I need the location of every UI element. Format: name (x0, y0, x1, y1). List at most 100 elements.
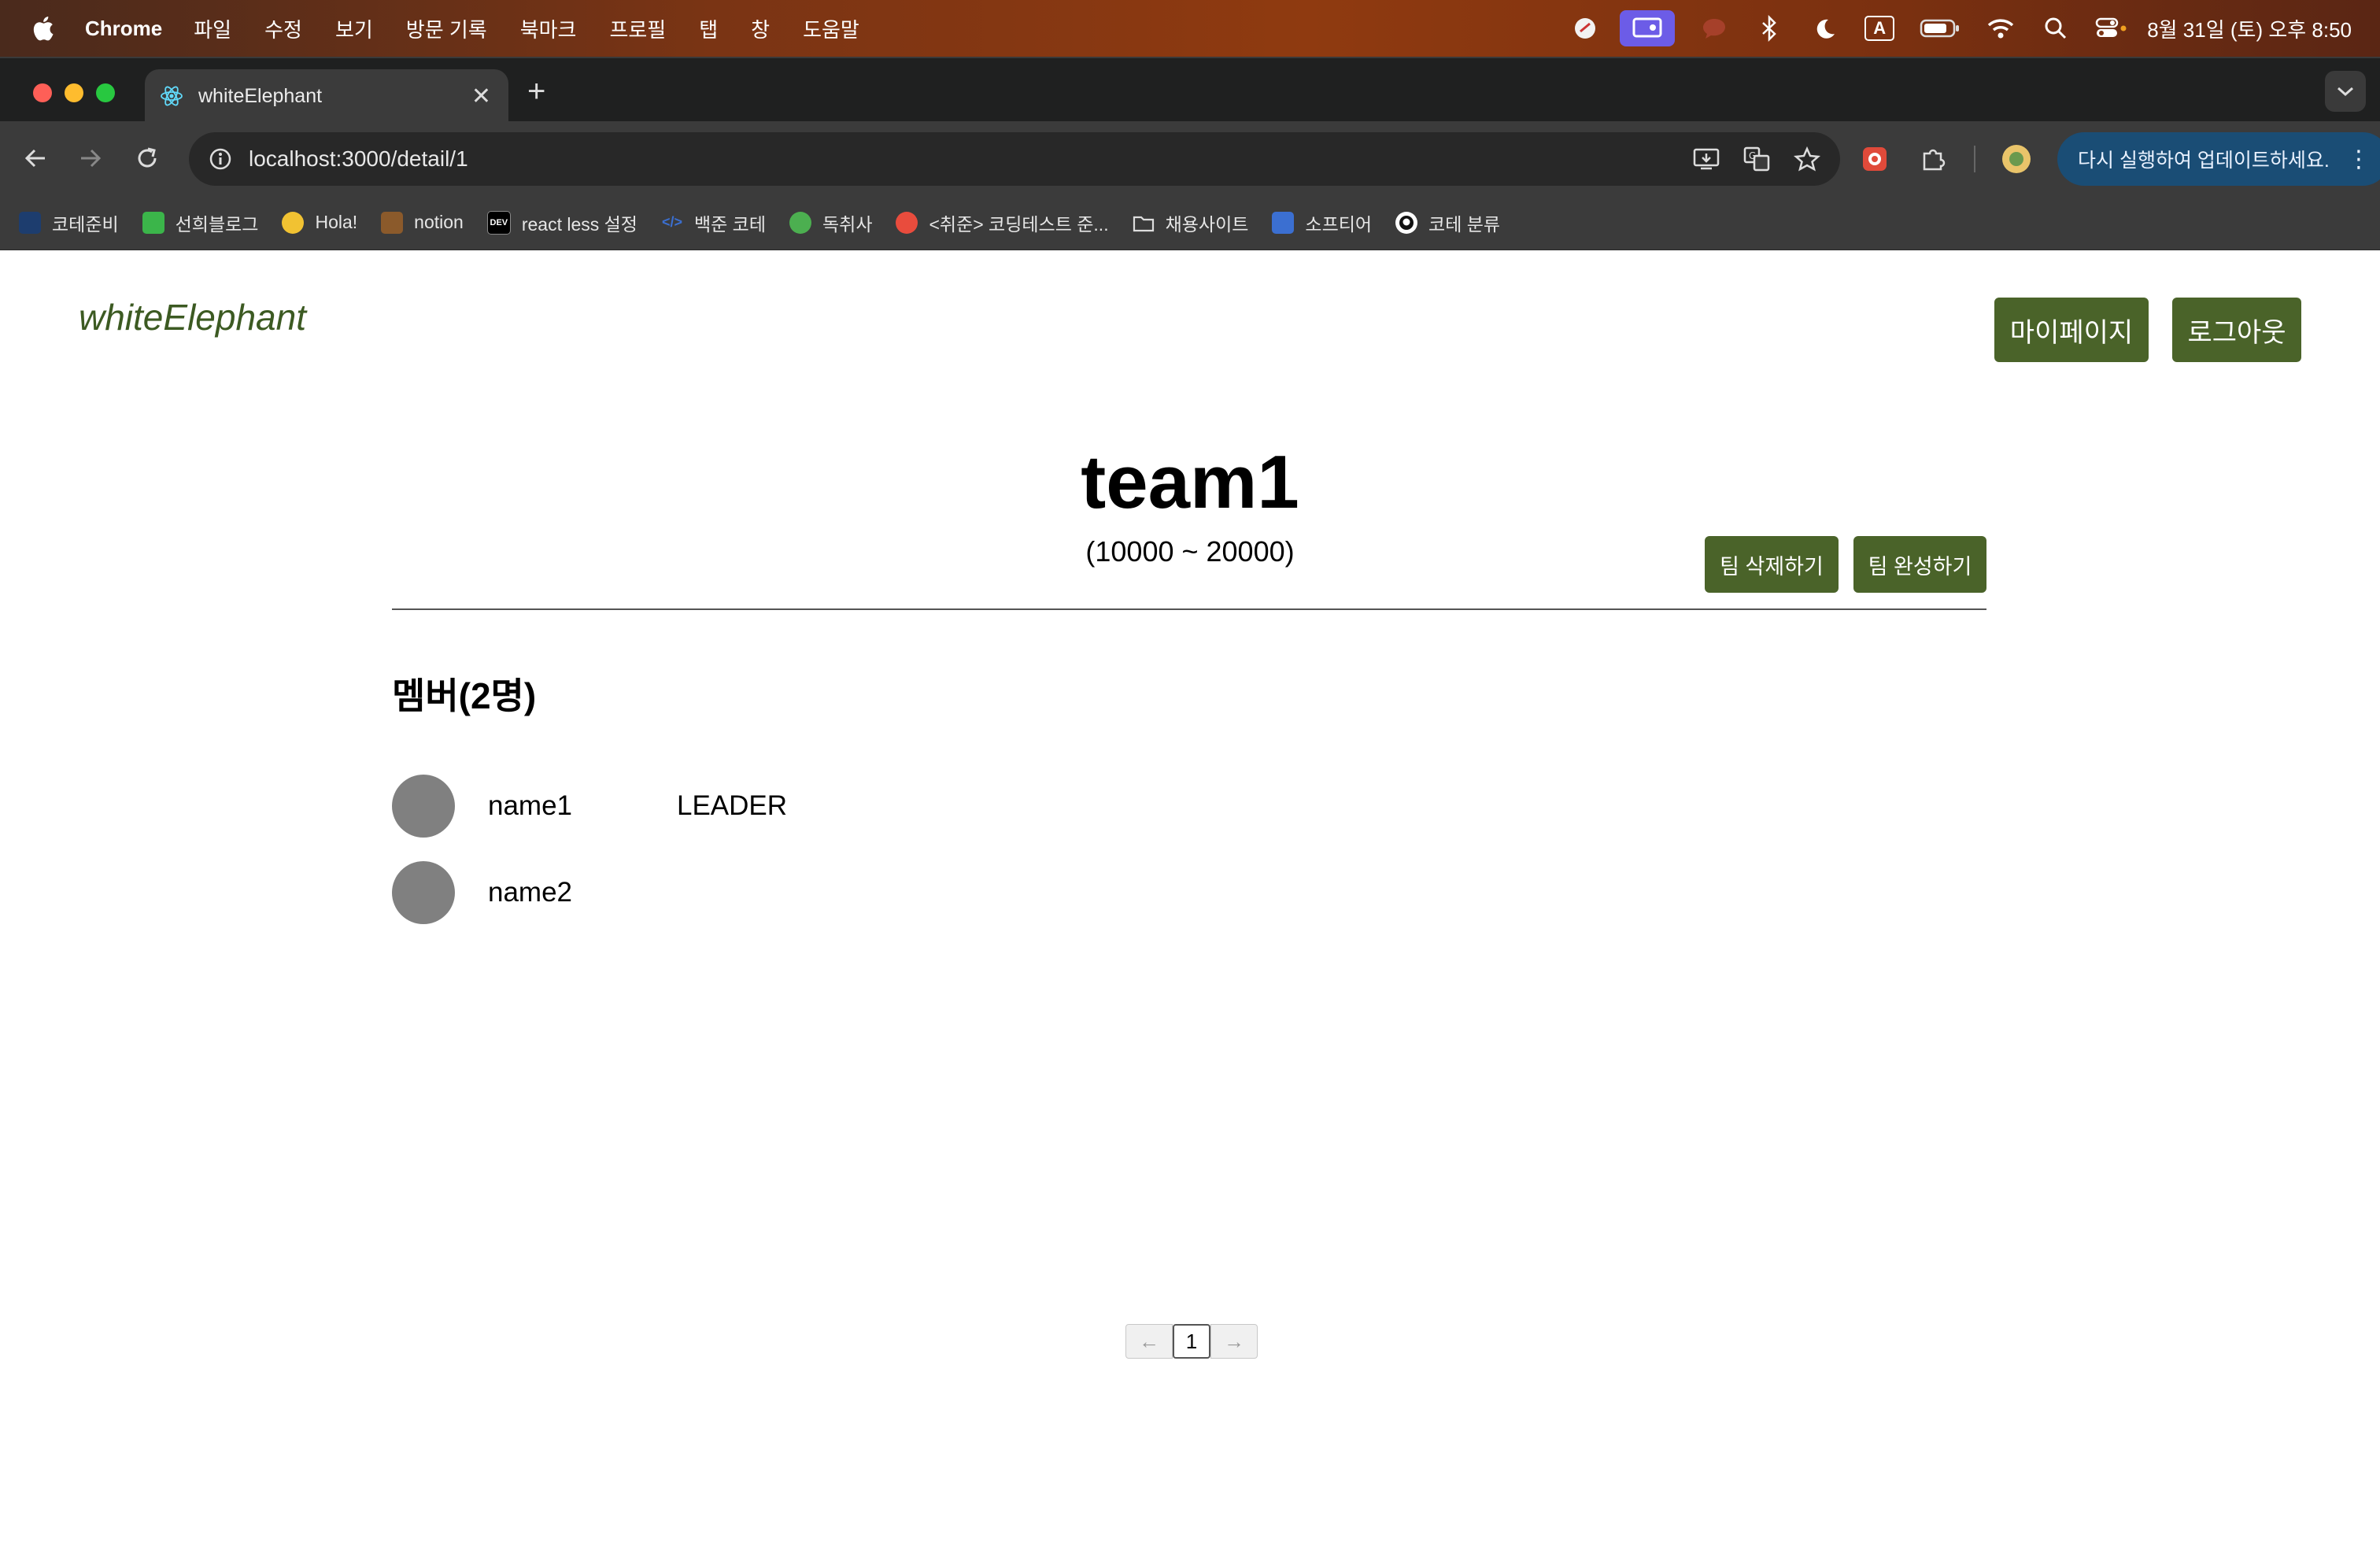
extensions-puzzle-icon[interactable] (1916, 142, 1950, 176)
record-icon[interactable] (1569, 13, 1601, 44)
update-chrome-button[interactable]: 다시 실행하여 업데이트하세요. ⋮ (2057, 132, 2380, 186)
moon-icon[interactable] (1809, 13, 1840, 44)
delete-team-button[interactable]: 팀 삭제하기 (1705, 536, 1839, 593)
leaf-icon (789, 211, 811, 234)
member-name: name2 (488, 877, 573, 908)
mypage-button[interactable]: 마이페이지 (1994, 298, 2149, 362)
member-row: name1 LEADER (392, 775, 787, 838)
complete-team-button[interactable]: 팀 완성하기 (1853, 536, 1986, 593)
site-info-icon[interactable] (205, 143, 236, 175)
browser-tab-strip: whiteElephant ✕ + (0, 57, 2380, 123)
menu-app-chrome[interactable]: Chrome (85, 17, 162, 41)
back-button[interactable] (16, 139, 55, 178)
mac-menubar: Chrome 파일 수정 보기 방문 기록 북마크 프로필 탭 창 도움말 A (0, 0, 2380, 57)
blog-icon (142, 211, 164, 234)
bookmark-star-icon[interactable] (1790, 142, 1824, 176)
browser-tab-active[interactable]: whiteElephant ✕ (145, 69, 508, 123)
menu-profile[interactable]: 프로필 (609, 14, 666, 43)
close-window-button[interactable] (33, 83, 52, 102)
menu-bookmarks[interactable]: 북마크 (520, 14, 577, 43)
logout-button[interactable]: 로그아웃 (2172, 298, 2301, 362)
screen-share-icon[interactable] (1620, 10, 1676, 46)
pagination: ← 1 → (1125, 1324, 1258, 1359)
bookmark-label: notion (414, 212, 464, 232)
github-icon (1395, 211, 1418, 234)
bookmark-label: <취준> 코딩테스트 준... (929, 213, 1109, 235)
input-source-indicator[interactable]: A (1864, 13, 1895, 44)
extension-red-icon[interactable] (1857, 142, 1892, 176)
profile-avatar[interactable] (1999, 142, 2034, 176)
bookmark-item[interactable]: <취준> 코딩테스트 준... (896, 209, 1109, 236)
bookmark-label: 코테준비 (52, 213, 119, 235)
brand-logo[interactable]: whiteElephant (79, 296, 306, 338)
menu-view[interactable]: 보기 (335, 14, 373, 43)
tab-search-button[interactable] (2325, 71, 2366, 112)
apple-icon[interactable] (30, 14, 55, 43)
arrow-left-icon (24, 149, 45, 168)
members-title: 멤버(2명) (392, 675, 537, 716)
menu-help[interactable]: 도움말 (803, 14, 859, 43)
url-text[interactable]: localhost:3000/detail/1 (249, 146, 1689, 172)
input-source-label: A (1864, 16, 1895, 41)
bookmark-item[interactable]: 코테준비 (19, 209, 119, 236)
team-price-range: (10000 ~ 20000) (1085, 535, 1295, 568)
bookmark-item[interactable]: 소프티어 (1272, 209, 1372, 236)
battery-icon[interactable] (1919, 13, 1961, 44)
menu-history[interactable]: 방문 기록 (406, 14, 487, 43)
bookmark-item[interactable]: </> 백준 코테 (661, 209, 766, 236)
avatar (392, 775, 455, 838)
forward-button[interactable] (71, 139, 110, 178)
bird-icon (19, 211, 41, 234)
bookmark-item[interactable]: notion (381, 211, 464, 234)
bookmark-item[interactable]: 코테 분류 (1395, 209, 1500, 236)
chat-bubble-icon[interactable] (1698, 13, 1730, 44)
bookmark-label: 선희블로그 (175, 213, 259, 235)
bluetooth-icon[interactable] (1754, 13, 1785, 44)
reload-button[interactable] (128, 139, 167, 178)
window-controls (33, 83, 115, 102)
bookmark-item[interactable]: Hola! (282, 211, 357, 234)
softeer-icon (1272, 211, 1295, 234)
team-name: team1 (1081, 440, 1299, 524)
bookmarks-bar: 코테준비 선희블로그 Hola! notion DEV react less 설정 </> 백… (0, 195, 2380, 250)
bookmark-label: 독취사 (822, 213, 873, 235)
svg-text:G: G (1749, 150, 1756, 161)
bookmark-label: react less 설정 (521, 213, 638, 235)
more-menu-icon[interactable]: ⋮ (2347, 146, 2371, 173)
page-number-current[interactable]: 1 (1173, 1324, 1210, 1359)
header-divider (392, 608, 1986, 610)
control-center-icon[interactable] (2095, 13, 2127, 44)
minimize-window-button[interactable] (65, 83, 83, 102)
translate-icon[interactable]: G (1739, 142, 1774, 176)
member-row: name2 (392, 861, 677, 924)
menu-window[interactable]: 창 (751, 14, 770, 43)
menubar-clock[interactable]: 8월 31일 (토) 오후 8:50 (2147, 14, 2352, 43)
browser-toolbar: localhost:3000/detail/1 G 다시 실행하여 업데이트하세… (0, 121, 2380, 195)
menu-tab[interactable]: 탭 (699, 14, 718, 43)
toolbar-separator (1974, 146, 1975, 172)
bookmark-item[interactable]: 선희블로그 (142, 209, 259, 236)
avatar (392, 861, 455, 924)
zoom-window-button[interactable] (96, 83, 115, 102)
bookmark-item[interactable]: 채용사이트 (1133, 209, 1249, 236)
bookmark-item[interactable]: 독취사 (789, 209, 872, 236)
bookmark-label: 백준 코테 (693, 213, 766, 235)
wifi-icon[interactable] (1985, 13, 2016, 44)
folder-icon (1133, 212, 1155, 234)
member-role: LEADER (677, 790, 788, 821)
new-tab-button[interactable]: + (527, 76, 545, 107)
dev-icon: DEV (486, 210, 511, 235)
install-app-icon[interactable] (1689, 142, 1724, 176)
menu-file[interactable]: 파일 (194, 14, 231, 43)
tistory-icon (896, 211, 918, 234)
prev-page-button[interactable]: ← (1125, 1324, 1173, 1359)
next-page-button[interactable]: → (1210, 1324, 1258, 1359)
update-label: 다시 실행하여 업데이트하세요. (2078, 150, 2330, 172)
menu-edit[interactable]: 수정 (264, 14, 302, 43)
code-icon: </> (661, 214, 682, 230)
bookmark-item[interactable]: DEV react less 설정 (486, 209, 638, 236)
spotlight-search-icon[interactable] (2040, 13, 2071, 44)
address-bar[interactable]: localhost:3000/detail/1 G (189, 132, 1840, 186)
bookmark-label: 채용사이트 (1165, 213, 1249, 235)
tab-close-icon[interactable]: ✕ (471, 83, 491, 110)
